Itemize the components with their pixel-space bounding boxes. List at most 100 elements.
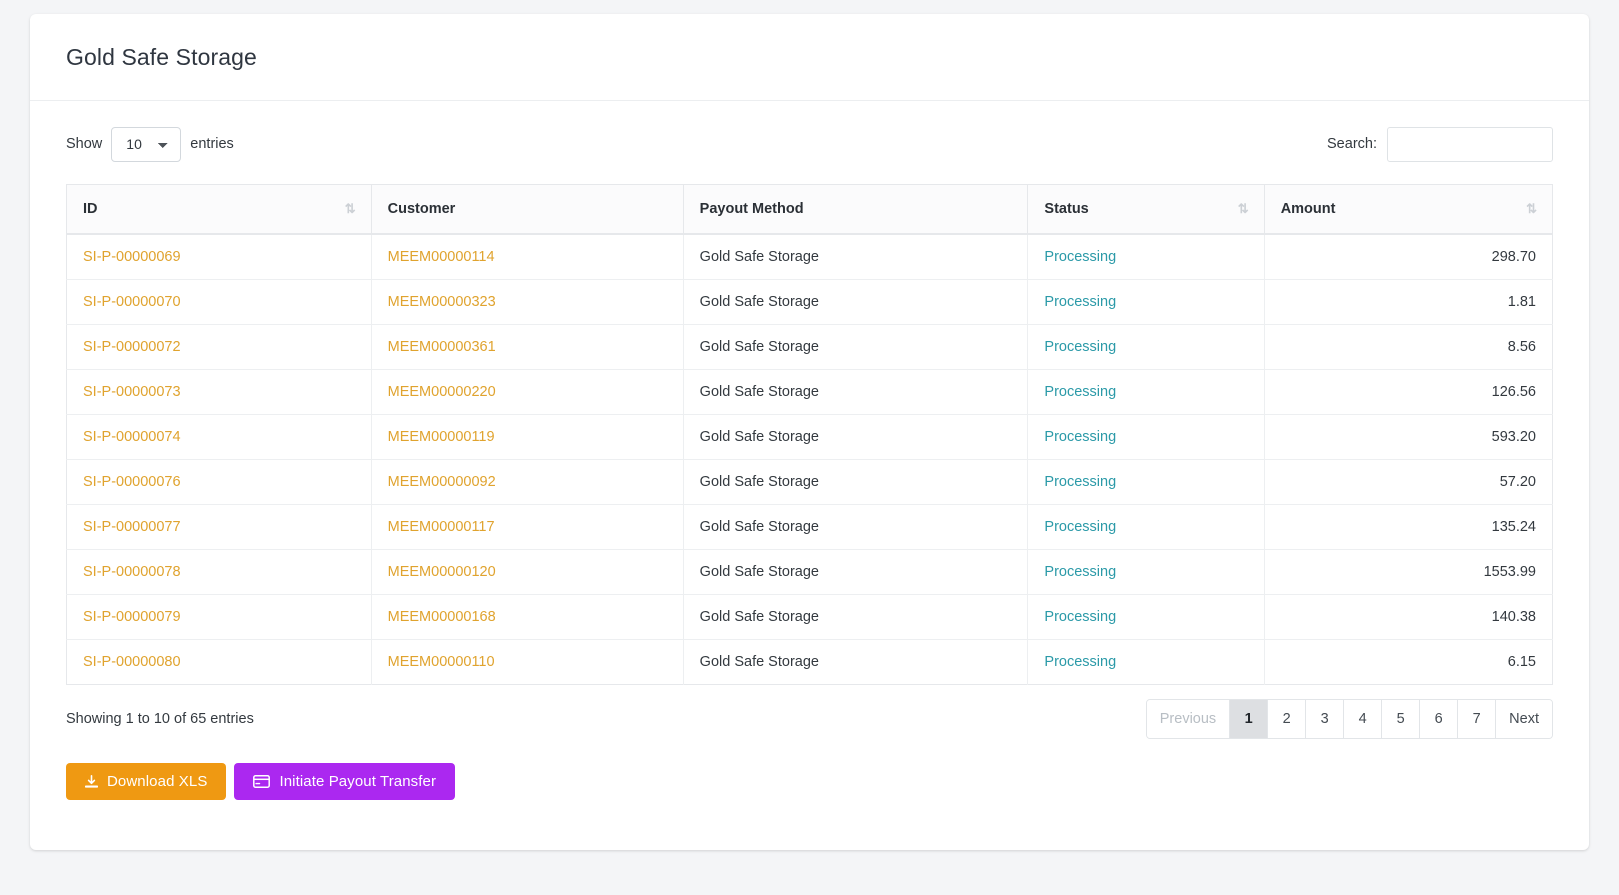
column-header-id[interactable]: ID ⇅ — [66, 184, 372, 236]
cell-amount: 1.81 — [1507, 294, 1536, 311]
cell-id[interactable]: SI-P-00000069 — [83, 249, 181, 265]
cell-customer-wrap: MEEM00000323 — [371, 279, 684, 326]
cell-id[interactable]: SI-P-00000079 — [83, 609, 181, 625]
table-row: SI-P-00000079 MEEM00000168 Gold Safe Stora… — [66, 594, 1553, 641]
table-body: SI-P-00000069 MEEM00000114 Gold Safe Stora… — [66, 234, 1553, 685]
sort-icon-id[interactable]: ⇅ — [345, 202, 356, 215]
cell-status[interactable]: Processing — [1044, 429, 1116, 445]
page-length-select[interactable]: 102550100 — [111, 126, 182, 162]
column-header-customer[interactable]: Customer — [371, 184, 684, 236]
payouts-table: ID ⇅ Customer Payout Method Status ⇅ Amo… — [66, 183, 1553, 686]
cell-customer-wrap: MEEM00000168 — [371, 594, 684, 641]
page-title: Gold Safe Storage — [66, 44, 257, 70]
cell-status[interactable]: Processing — [1044, 654, 1116, 670]
cell-customer[interactable]: MEEM00000114 — [388, 249, 495, 265]
cell-payout-method-wrap: Gold Safe Storage — [683, 594, 1029, 641]
cell-amount: 57.20 — [1499, 474, 1536, 491]
pagination-page-6[interactable]: 6 — [1420, 700, 1459, 739]
cell-customer[interactable]: MEEM00000361 — [388, 339, 496, 355]
cell-id[interactable]: SI-P-00000072 — [83, 339, 181, 355]
cell-status[interactable]: Processing — [1044, 294, 1116, 310]
cell-customer[interactable]: MEEM00000220 — [388, 384, 496, 400]
cell-id[interactable]: SI-P-00000076 — [83, 474, 181, 490]
pagination-page-2[interactable]: 2 — [1268, 700, 1307, 739]
cell-customer-wrap: MEEM00000114 — [371, 234, 684, 281]
cell-payout-method-wrap: Gold Safe Storage — [683, 549, 1029, 596]
cell-id-wrap: SI-P-00000077 — [66, 504, 372, 551]
cell-customer[interactable]: MEEM00000323 — [388, 294, 496, 310]
cell-id[interactable]: SI-P-00000073 — [83, 384, 181, 400]
cell-id[interactable]: SI-P-00000074 — [83, 429, 181, 445]
cell-customer-wrap: MEEM00000119 — [371, 414, 684, 461]
cell-payout-method-wrap: Gold Safe Storage — [683, 279, 1029, 326]
column-label-id: ID — [83, 200, 98, 217]
page-background: Gold Safe Storage Show 102550100 entries… — [0, 0, 1619, 895]
card-header: Gold Safe Storage — [30, 14, 1589, 101]
pagination-page-7[interactable]: 7 — [1458, 700, 1497, 739]
cell-amount-wrap: 8.56 — [1264, 324, 1553, 371]
cell-id[interactable]: SI-P-00000070 — [83, 294, 181, 310]
sort-icon-status[interactable]: ⇅ — [1238, 202, 1249, 215]
column-header-amount[interactable]: Amount ⇅ — [1264, 184, 1553, 236]
cell-status[interactable]: Processing — [1044, 564, 1116, 580]
pagination-page-4[interactable]: 4 — [1344, 700, 1383, 739]
download-xls-button[interactable]: Download XLS — [66, 763, 227, 801]
cell-amount: 8.56 — [1507, 339, 1536, 356]
cell-customer-wrap: MEEM00000117 — [371, 504, 684, 551]
cell-customer-wrap: MEEM00000361 — [371, 324, 684, 371]
cell-id[interactable]: SI-P-00000077 — [83, 519, 181, 535]
pagination-page-1[interactable]: 1 — [1230, 700, 1269, 739]
cell-payout-method-wrap: Gold Safe Storage — [683, 369, 1029, 416]
cell-status[interactable]: Processing — [1044, 609, 1116, 625]
table-row: SI-P-00000074 MEEM00000119 Gold Safe Stora… — [66, 414, 1553, 461]
table-row: SI-P-00000078 MEEM00000120 Gold Safe Stora… — [66, 549, 1553, 596]
cell-status[interactable]: Processing — [1044, 474, 1116, 490]
cell-customer[interactable]: MEEM00000117 — [388, 519, 495, 535]
table-row: SI-P-00000072 MEEM00000361 Gold Safe Stora… — [66, 324, 1553, 371]
cell-customer[interactable]: MEEM00000120 — [388, 564, 496, 580]
cell-amount-wrap: 298.70 — [1264, 234, 1553, 281]
cell-id-wrap: SI-P-00000076 — [66, 459, 372, 506]
cell-status[interactable]: Processing — [1044, 339, 1116, 355]
column-label-customer: Customer — [387, 200, 456, 217]
search-input[interactable] — [1387, 126, 1553, 162]
download-icon — [85, 774, 98, 789]
pagination-page-3[interactable]: 3 — [1306, 700, 1345, 739]
cell-status[interactable]: Processing — [1044, 384, 1116, 400]
cell-id[interactable]: SI-P-00000080 — [83, 654, 181, 670]
cell-payout-method-wrap: Gold Safe Storage — [683, 639, 1029, 685]
cell-id-wrap: SI-P-00000080 — [66, 639, 372, 685]
cell-payout-method-wrap: Gold Safe Storage — [683, 504, 1029, 551]
page-length-control: Show 102550100 entries — [66, 126, 234, 162]
cell-status[interactable]: Processing — [1044, 519, 1116, 535]
cell-payout_method: Gold Safe Storage — [699, 429, 819, 446]
cell-customer[interactable]: MEEM00000119 — [388, 429, 495, 445]
table-row: SI-P-00000076 MEEM00000092 Gold Safe Stora… — [66, 459, 1553, 506]
cell-amount-wrap: 6.15 — [1264, 640, 1552, 685]
pagination-page-5[interactable]: 5 — [1382, 700, 1421, 739]
table-row: SI-P-00000069 MEEM00000114 Gold Safe Stora… — [66, 234, 1553, 281]
cell-id[interactable]: SI-P-00000078 — [83, 564, 181, 580]
cell-customer[interactable]: MEEM00000092 — [388, 474, 496, 490]
table-head: ID ⇅ Customer Payout Method Status ⇅ Amo… — [66, 184, 1553, 236]
cell-customer[interactable]: MEEM00000110 — [388, 654, 495, 670]
cell-amount: 6.15 — [1507, 654, 1536, 671]
pagination-next[interactable]: Next — [1496, 700, 1552, 739]
cell-amount-wrap: 593.20 — [1264, 414, 1553, 461]
column-header-status[interactable]: Status ⇅ — [1027, 184, 1265, 236]
initiate-payout-transfer-button[interactable]: Initiate Payout Transfer — [234, 763, 456, 801]
cell-id-wrap: SI-P-00000074 — [66, 414, 372, 461]
cell-payout_method: Gold Safe Storage — [699, 384, 819, 401]
cell-amount-wrap: 140.38 — [1264, 594, 1553, 641]
pagination: Previous 1 2 3 4 5 6 7 Next — [1145, 699, 1553, 740]
column-header-payout-method[interactable]: Payout Method — [683, 184, 1029, 236]
cell-status[interactable]: Processing — [1044, 249, 1116, 265]
cell-customer[interactable]: MEEM00000168 — [388, 609, 496, 625]
cell-id-wrap: SI-P-00000078 — [66, 549, 372, 596]
cell-status-wrap: Processing — [1027, 549, 1265, 596]
sort-icon-amount[interactable]: ⇅ — [1526, 202, 1537, 215]
search-label: Search: — [1327, 136, 1377, 153]
show-label: Show — [66, 136, 103, 153]
column-label-payout-method: Payout Method — [699, 200, 804, 217]
pagination-previous: Previous — [1146, 700, 1231, 739]
